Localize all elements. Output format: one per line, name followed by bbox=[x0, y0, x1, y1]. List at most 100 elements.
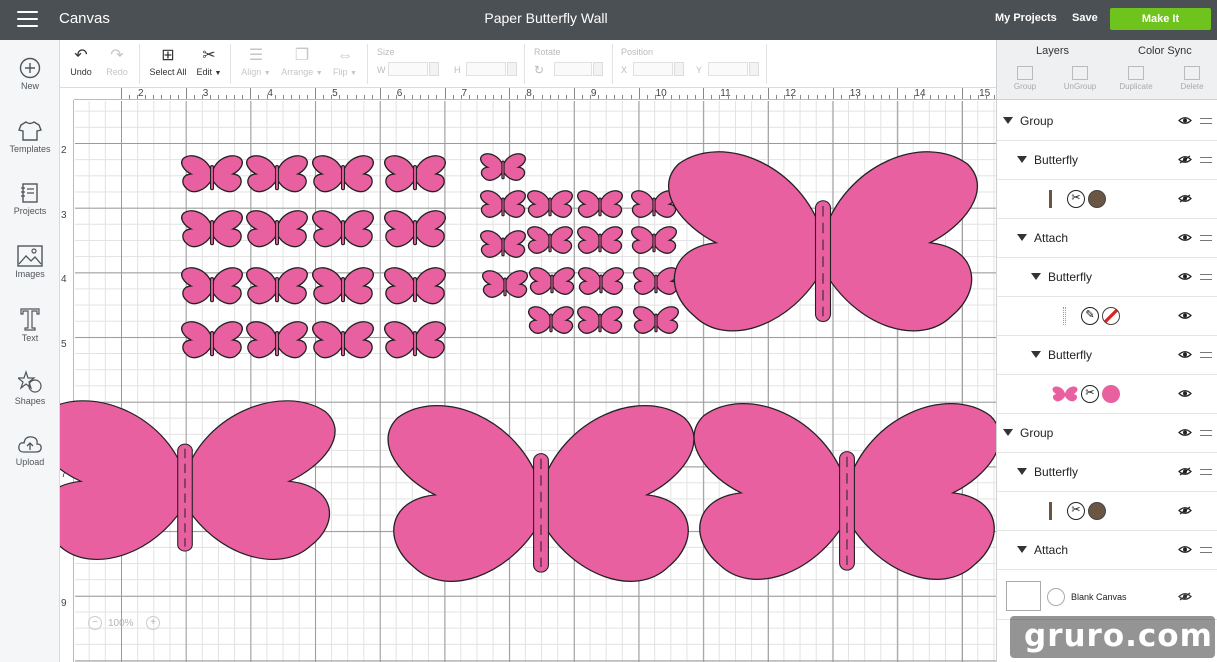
y-field[interactable] bbox=[708, 62, 748, 76]
butterfly-shape[interactable] bbox=[246, 267, 308, 305]
width-field[interactable] bbox=[388, 62, 428, 76]
color-swatch[interactable] bbox=[1088, 502, 1106, 520]
butterfly-shape[interactable] bbox=[481, 270, 529, 298]
collapse-triangle-icon[interactable] bbox=[1017, 546, 1027, 553]
design-canvas[interactable]: 23456789101112131415 2345678910 − 100% + bbox=[60, 88, 996, 662]
eye-hidden-icon[interactable] bbox=[1178, 467, 1192, 476]
butterfly-shape[interactable] bbox=[632, 267, 680, 295]
drag-handle-icon[interactable] bbox=[1200, 352, 1212, 358]
drag-handle-icon[interactable] bbox=[1200, 118, 1212, 124]
edit-button[interactable]: ✂ Edit ▼ bbox=[193, 40, 225, 77]
butterfly-shape[interactable] bbox=[479, 190, 527, 218]
y-stepper[interactable] bbox=[749, 62, 759, 76]
layer-row-attach[interactable]: Attach bbox=[997, 531, 1217, 570]
butterfly-shape[interactable] bbox=[479, 230, 527, 258]
drag-handle-icon[interactable] bbox=[1200, 157, 1212, 163]
new-tool[interactable]: New bbox=[0, 57, 60, 91]
drag-handle-icon[interactable] bbox=[1200, 469, 1212, 475]
butterfly-shape[interactable] bbox=[60, 400, 336, 560]
collapse-triangle-icon[interactable] bbox=[1017, 156, 1027, 163]
layer-detail-row[interactable]: ✎ bbox=[997, 297, 1217, 336]
width-stepper[interactable] bbox=[429, 62, 439, 76]
color-swatch[interactable] bbox=[1102, 385, 1120, 403]
eye-hidden-icon[interactable] bbox=[1178, 194, 1192, 203]
butterfly-shape[interactable] bbox=[384, 267, 446, 305]
eye-icon[interactable] bbox=[1178, 545, 1192, 554]
blank-canvas-row[interactable]: Blank Canvas bbox=[997, 576, 1217, 620]
butterfly-shape[interactable] bbox=[384, 155, 446, 193]
flip-button[interactable]: ⇔ Flip ▼ bbox=[328, 40, 362, 77]
upload-tool[interactable]: Upload bbox=[0, 433, 60, 467]
layer-detail-row[interactable]: ✂ bbox=[997, 375, 1217, 414]
drag-handle-icon[interactable] bbox=[1200, 430, 1212, 436]
butterfly-shape[interactable] bbox=[526, 226, 574, 254]
group-action[interactable]: Group bbox=[1003, 66, 1047, 91]
butterfly-shape[interactable] bbox=[246, 210, 308, 248]
layer-row-butterfly[interactable]: Butterfly bbox=[997, 141, 1217, 180]
arrange-button[interactable]: ❐ Arrange ▼ bbox=[279, 40, 325, 77]
no-color-swatch[interactable] bbox=[1102, 307, 1120, 325]
drag-handle-icon[interactable] bbox=[1200, 274, 1212, 280]
collapse-triangle-icon[interactable] bbox=[1003, 117, 1013, 124]
butterfly-shape[interactable] bbox=[181, 155, 243, 193]
butterfly-shape[interactable] bbox=[667, 151, 979, 332]
duplicate-action[interactable]: Duplicate bbox=[1114, 66, 1158, 91]
butterfly-shape[interactable] bbox=[246, 321, 308, 359]
collapse-triangle-icon[interactable] bbox=[1017, 468, 1027, 475]
butterfly-shape[interactable] bbox=[384, 210, 446, 248]
cut-scissors-icon[interactable]: ✂ bbox=[1067, 502, 1085, 520]
tab-layers[interactable]: Layers bbox=[1036, 45, 1069, 57]
delete-action[interactable]: Delete bbox=[1170, 66, 1214, 91]
drag-handle-icon[interactable] bbox=[1200, 547, 1212, 553]
tab-color-sync[interactable]: Color Sync bbox=[1138, 45, 1192, 57]
drag-handle-icon[interactable] bbox=[1200, 235, 1212, 241]
collapse-triangle-icon[interactable] bbox=[1003, 429, 1013, 436]
butterfly-shapes[interactable] bbox=[60, 88, 996, 662]
rotate-stepper[interactable] bbox=[593, 62, 603, 76]
images-tool[interactable]: Images bbox=[0, 245, 60, 279]
my-projects-link[interactable]: My Projects bbox=[995, 12, 1057, 24]
x-stepper[interactable] bbox=[674, 62, 684, 76]
butterfly-shape[interactable] bbox=[312, 267, 374, 305]
butterfly-shape[interactable] bbox=[632, 306, 680, 334]
butterfly-shape[interactable] bbox=[576, 226, 624, 254]
x-field[interactable] bbox=[633, 62, 673, 76]
collapse-triangle-icon[interactable] bbox=[1031, 351, 1041, 358]
layer-detail-row[interactable]: ✂ bbox=[997, 492, 1217, 531]
layer-row-group[interactable]: Group bbox=[997, 102, 1217, 141]
eye-hidden-icon[interactable] bbox=[1178, 592, 1192, 601]
butterfly-shape[interactable] bbox=[312, 155, 374, 193]
cut-scissors-icon[interactable]: ✂ bbox=[1067, 190, 1085, 208]
layer-row-butterfly[interactable]: Butterfly bbox=[997, 453, 1217, 492]
butterfly-shape[interactable] bbox=[526, 190, 574, 218]
projects-tool[interactable]: Projects bbox=[0, 182, 60, 216]
eye-hidden-icon[interactable] bbox=[1178, 155, 1192, 164]
align-button[interactable]: ☰ Align ▼ bbox=[238, 40, 274, 77]
save-button[interactable]: Save bbox=[1072, 12, 1098, 24]
butterfly-shape[interactable] bbox=[577, 267, 625, 295]
height-field[interactable] bbox=[466, 62, 506, 76]
zoom-in-button[interactable]: + bbox=[146, 616, 160, 630]
butterfly-shape[interactable] bbox=[181, 210, 243, 248]
butterfly-shape[interactable] bbox=[576, 190, 624, 218]
butterfly-shape[interactable] bbox=[312, 321, 374, 359]
layer-row-attach[interactable]: Attach bbox=[997, 219, 1217, 258]
canvas-color-circle[interactable] bbox=[1047, 588, 1065, 606]
rotate-field[interactable] bbox=[554, 62, 592, 76]
eye-icon[interactable] bbox=[1178, 311, 1192, 320]
color-swatch[interactable] bbox=[1088, 190, 1106, 208]
shapes-tool[interactable]: Shapes bbox=[0, 370, 60, 406]
butterfly-shape[interactable] bbox=[693, 403, 996, 580]
score-pen-icon[interactable]: ✎ bbox=[1081, 307, 1099, 325]
zoom-out-button[interactable]: − bbox=[88, 616, 102, 630]
eye-icon[interactable] bbox=[1178, 272, 1192, 281]
butterfly-shape[interactable] bbox=[312, 210, 374, 248]
height-stepper[interactable] bbox=[507, 62, 517, 76]
eye-icon[interactable] bbox=[1178, 350, 1192, 359]
make-it-button[interactable]: Make It bbox=[1110, 8, 1211, 30]
collapse-triangle-icon[interactable] bbox=[1017, 234, 1027, 241]
butterfly-shape[interactable] bbox=[246, 155, 308, 193]
undo-button[interactable]: ↶ Undo bbox=[66, 40, 96, 77]
eye-icon[interactable] bbox=[1178, 233, 1192, 242]
redo-button[interactable]: ↷ Redo bbox=[100, 40, 134, 77]
